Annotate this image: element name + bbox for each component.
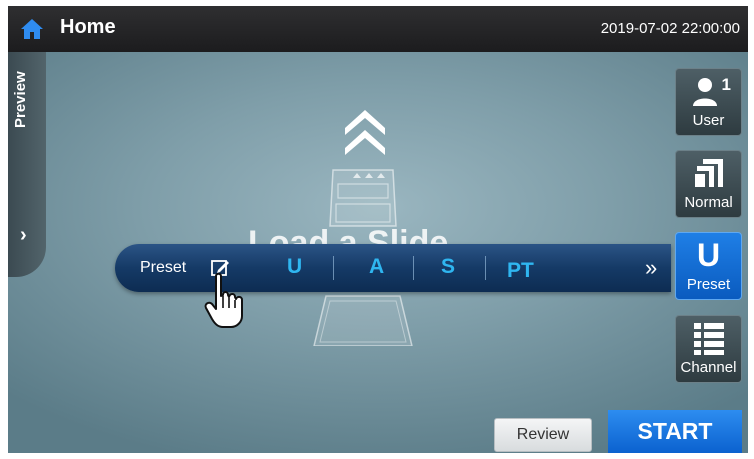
channel-button-label: Channel bbox=[680, 359, 737, 376]
home-icon[interactable] bbox=[20, 18, 44, 40]
preset-button-label: Preset bbox=[686, 276, 731, 293]
screen: Home 2019-07-02 22:00:00 Preview › Load … bbox=[0, 0, 754, 459]
preset-option-pt[interactable]: PT bbox=[507, 259, 534, 283]
divider bbox=[413, 256, 414, 280]
start-button[interactable]: START bbox=[608, 410, 742, 453]
preset-button[interactable]: U Preset bbox=[675, 232, 742, 300]
user-count: 1 bbox=[721, 75, 731, 94]
preview-tab[interactable]: Preview › bbox=[8, 52, 46, 277]
list-icon bbox=[693, 323, 724, 355]
normal-mode-button[interactable]: Normal bbox=[675, 150, 742, 218]
chevron-right-icon[interactable]: › bbox=[20, 224, 27, 247]
user-button-label: User bbox=[692, 112, 725, 129]
preset-option-u[interactable]: U bbox=[287, 255, 302, 279]
divider bbox=[333, 256, 334, 280]
preview-tab-label: Preview bbox=[12, 71, 29, 128]
divider bbox=[485, 256, 486, 280]
top-bar: Home 2019-07-02 22:00:00 bbox=[8, 6, 748, 52]
page-title: Home bbox=[60, 16, 116, 38]
more-presets-button[interactable]: » bbox=[645, 255, 657, 281]
preset-letter: U bbox=[696, 237, 721, 273]
hand-pointer-icon bbox=[204, 272, 243, 328]
review-button[interactable]: Review bbox=[494, 418, 592, 452]
preset-bar-label: Preset bbox=[140, 259, 187, 276]
device-screen: Home 2019-07-02 22:00:00 Preview › Load … bbox=[8, 6, 748, 453]
double-chevron-up-icon bbox=[345, 110, 385, 155]
datetime-display: 2019-07-02 22:00:00 bbox=[600, 20, 740, 37]
normal-mode-label: Normal bbox=[684, 194, 733, 211]
preset-selector-bar: Preset U A S PT » bbox=[115, 244, 671, 292]
preset-option-s[interactable]: S bbox=[441, 255, 455, 279]
user-button[interactable]: 1 User bbox=[675, 68, 742, 136]
preset-option-a[interactable]: A bbox=[369, 255, 384, 279]
channel-button[interactable]: Channel bbox=[675, 315, 742, 383]
stack-mode-icon bbox=[694, 159, 723, 187]
